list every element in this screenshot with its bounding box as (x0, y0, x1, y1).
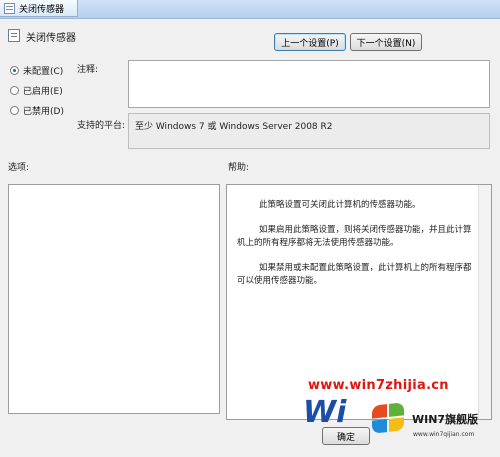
watermark-url: www.win7zhijia.cn (308, 378, 449, 393)
radio-label: 已禁用(D) (23, 107, 64, 117)
options-pane (8, 184, 220, 414)
radio-unselected-icon[interactable] (10, 86, 19, 95)
setting-title: 关闭传感器 (26, 33, 76, 44)
comment-label: 注释: (77, 65, 99, 75)
policy-window-icon (4, 2, 15, 14)
radio-selected-icon[interactable] (10, 66, 19, 75)
options-label: 选项: (8, 163, 30, 173)
help-scrollbar[interactable] (478, 185, 491, 419)
help-paragraph: 如果禁用或未配置此策略设置，此计算机上的所有程序都可以使用传感器功能。 (237, 263, 472, 286)
help-label: 帮助: (228, 163, 250, 173)
radio-label: 已启用(E) (23, 87, 63, 97)
next-setting-button[interactable]: 下一个设置(N) (350, 33, 422, 51)
watermark-brand: WIN7旗舰版 (412, 413, 479, 426)
help-paragraph: 如果启用此策略设置，则将关闭传感器功能，并且此计算机上的所有程序都将无法使用传感… (237, 225, 472, 248)
radio-enabled[interactable]: 已启用(E) (10, 84, 63, 97)
policy-setting-icon (8, 29, 20, 42)
supported-platform-label: 支持的平台: (77, 121, 126, 131)
radio-disabled[interactable]: 已禁用(D) (10, 104, 64, 117)
window-titlebar: 关闭传感器 (0, 0, 500, 19)
comment-textarea[interactable] (128, 60, 490, 108)
radio-unselected-icon[interactable] (10, 106, 19, 115)
window-title: 关闭传感器 (19, 4, 65, 15)
watermark-logo-text: Wi (303, 395, 347, 430)
help-paragraph: 此策略设置可关闭此计算机的传感器功能。 (259, 200, 421, 210)
previous-setting-button[interactable]: 上一个设置(P) (274, 33, 346, 51)
windows-logo-icon (372, 402, 404, 434)
supported-platform-value: 至少 Windows 7 或 Windows Server 2008 R2 (128, 113, 490, 149)
radio-label: 未配置(C) (23, 67, 64, 77)
window-title-tab[interactable]: 关闭传感器 (0, 0, 78, 17)
radio-not-configured[interactable]: 未配置(C) (10, 64, 63, 77)
watermark-site: www.win7qijian.com (413, 431, 475, 438)
